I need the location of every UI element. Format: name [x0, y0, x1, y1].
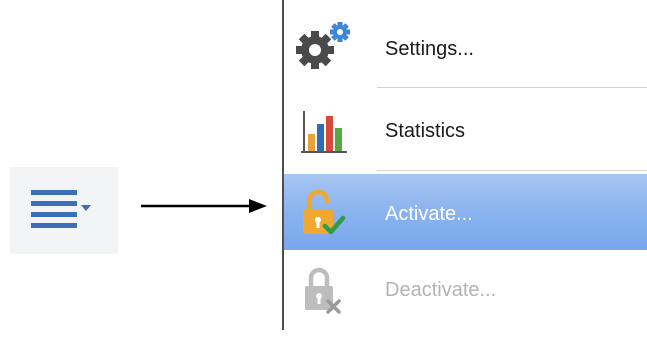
menu-item-label: Settings...	[385, 38, 474, 60]
menu-separator	[377, 87, 647, 88]
menu-item-deactivate: Deactivate...	[284, 256, 647, 338]
menu-item-settings[interactable]: Settings...	[284, 4, 647, 86]
lock-x-icon	[305, 267, 341, 314]
bar-chart-icon	[301, 111, 347, 153]
menu-item-label: Statistics	[385, 120, 466, 142]
hamburger-dropdown-icon	[31, 189, 91, 228]
context-menu: Settings... Statistics Activate... Deact…	[282, 0, 647, 330]
menu-dropdown-button[interactable]	[10, 167, 118, 254]
gear-icon	[296, 22, 350, 69]
menu-item-activate[interactable]: Activate...	[284, 174, 647, 250]
menu-item-label: Activate...	[385, 203, 473, 225]
unlock-check-icon	[303, 189, 346, 235]
pointer-arrow	[141, 199, 267, 213]
menu-separator	[377, 170, 647, 171]
menu-item-statistics[interactable]: Statistics	[284, 90, 647, 172]
menu-item-label: Deactivate...	[385, 279, 497, 301]
